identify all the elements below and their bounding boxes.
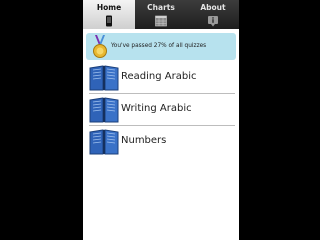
progress-banner: You've passed 27% of all quizzes xyxy=(86,33,236,60)
list-item-reading-arabic[interactable]: Reading Arabic xyxy=(83,62,239,94)
grid-chart-icon xyxy=(155,15,167,27)
list-item-label: Writing Arabic xyxy=(121,103,192,114)
list-item-label: Numbers xyxy=(121,135,167,146)
phone-icon xyxy=(106,15,112,27)
list-item-writing-arabic[interactable]: Writing Arabic xyxy=(83,94,239,126)
progress-text: You've passed 27% of all quizzes xyxy=(111,43,207,49)
info-icon xyxy=(208,16,218,27)
list-item-label: Reading Arabic xyxy=(121,71,197,82)
tab-about-label: About xyxy=(200,3,226,12)
tab-home-label: Home xyxy=(96,3,122,12)
app-screen: Home Charts About You've passed 27% of a… xyxy=(83,0,239,240)
book-icon xyxy=(89,65,119,91)
medal-icon xyxy=(93,35,107,58)
tab-charts-label: Charts xyxy=(147,3,175,12)
tab-charts[interactable]: Charts xyxy=(135,0,187,29)
list-item-numbers[interactable]: Numbers xyxy=(83,126,239,158)
book-icon xyxy=(89,129,119,155)
book-icon xyxy=(89,97,119,123)
tab-home[interactable]: Home xyxy=(83,0,135,29)
tab-bar: Home Charts About xyxy=(83,0,239,29)
tab-about[interactable]: About xyxy=(187,0,239,29)
